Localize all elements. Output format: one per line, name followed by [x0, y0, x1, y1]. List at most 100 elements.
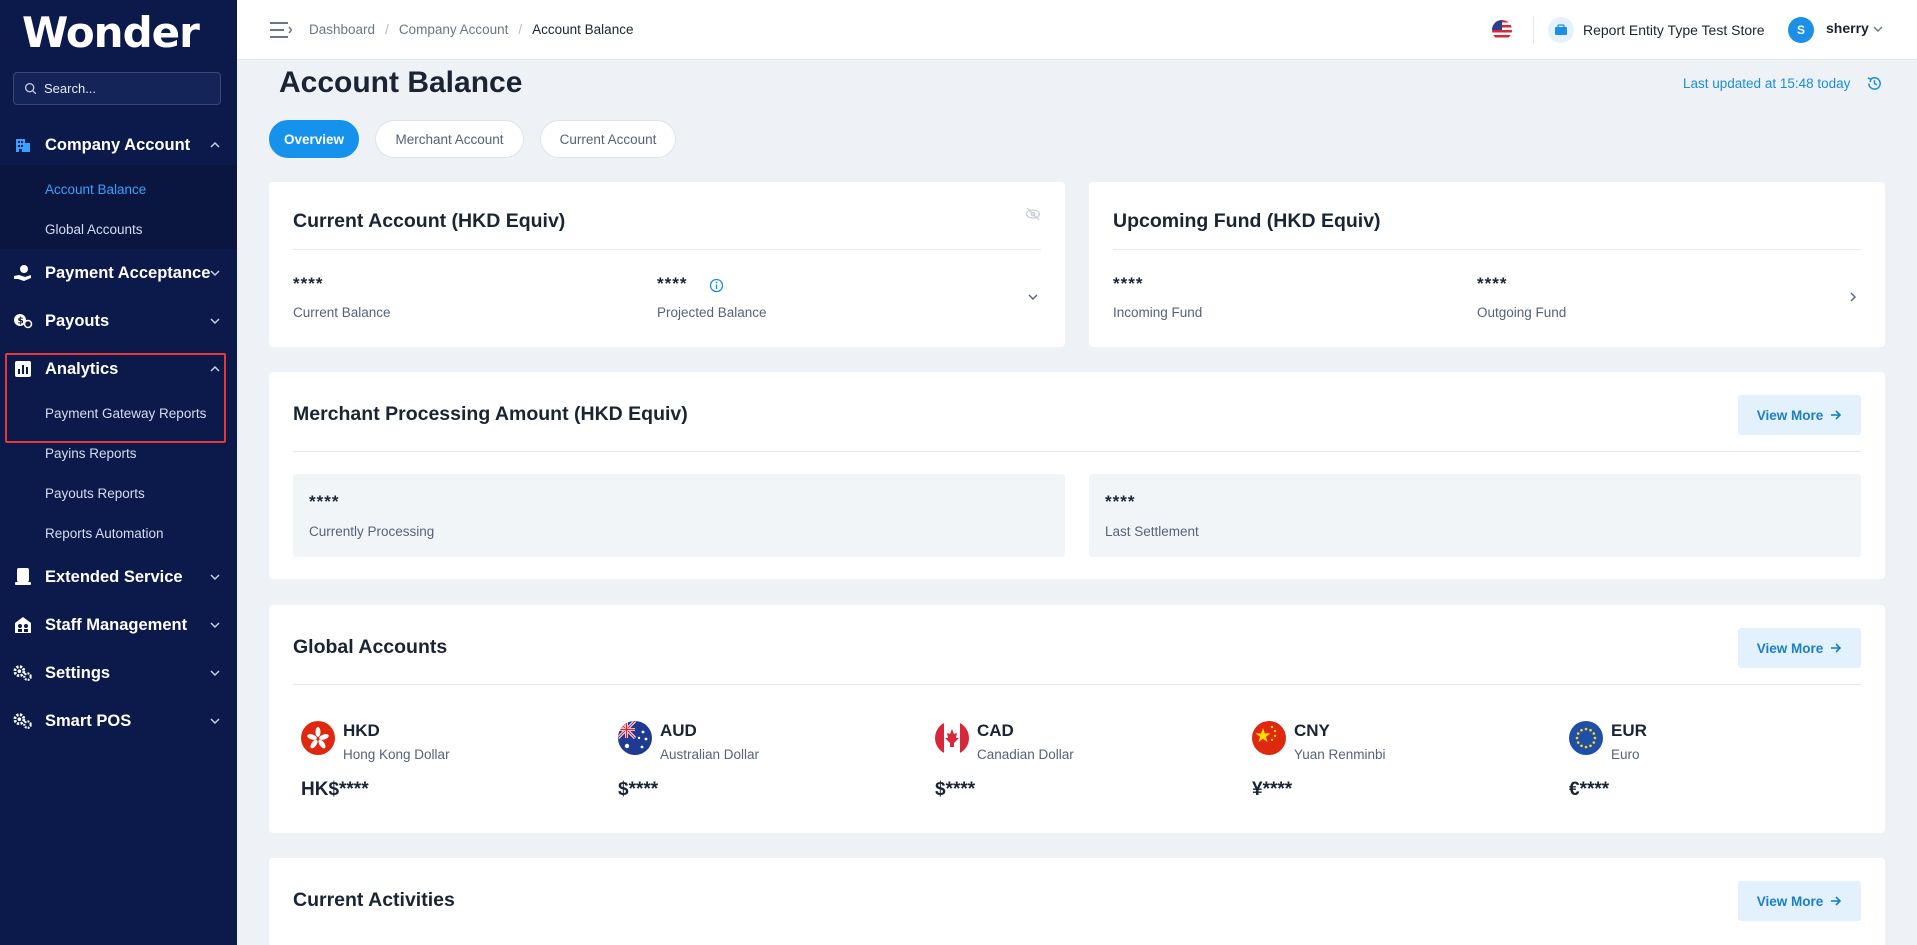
avatar[interactable]: S — [1788, 17, 1814, 43]
nav-extended-service[interactable]: Extended Service — [0, 557, 237, 597]
eye-off-icon[interactable] — [1025, 206, 1041, 222]
currency-cny[interactable]: CNY Yuan Renminbi ¥**** — [1244, 715, 1544, 805]
currently-processing-value: **** — [309, 492, 340, 511]
nav-smart-pos[interactable]: Smart POS — [0, 701, 237, 741]
store-name[interactable]: Report Entity Type Test Store — [1583, 22, 1765, 38]
chevron-up-icon — [210, 365, 220, 372]
view-more-button[interactable]: View More — [1738, 395, 1861, 435]
current-activities-card: Current Activities View More — [269, 858, 1885, 945]
chevron-up-icon — [210, 141, 220, 148]
tab-merchant-account[interactable]: Merchant Account — [375, 120, 524, 158]
hk-flag-icon — [301, 721, 335, 755]
chevron-down-icon — [210, 622, 220, 629]
card-title: Upcoming Fund (HKD Equiv) — [1113, 210, 1381, 232]
building-icon — [13, 135, 33, 155]
chevron-down-icon — [210, 574, 220, 581]
extended-service-icon — [13, 567, 33, 587]
hand-coin-icon — [13, 263, 33, 283]
currency-eur[interactable]: EUR Euro €**** — [1561, 715, 1861, 805]
menu-toggle-icon[interactable] — [270, 20, 292, 40]
view-more-label: View More — [1756, 893, 1824, 909]
projected-balance-label: Projected Balance — [657, 305, 767, 320]
last-settlement-box: **** Last Settlement — [1089, 474, 1861, 557]
ca-flag-icon — [935, 721, 969, 755]
breadcrumb: Dashboard / Company Account / Account Ba… — [309, 22, 633, 37]
view-more-label: View More — [1756, 640, 1824, 656]
current-balance-label: Current Balance — [293, 305, 391, 320]
nav-payouts[interactable]: $ Payouts — [0, 301, 237, 341]
currency-code: CNY — [1294, 721, 1330, 740]
currency-cad[interactable]: CAD Canadian Dollar $**** — [927, 715, 1227, 805]
store-icon[interactable] — [1548, 17, 1574, 43]
card-divider — [293, 249, 1041, 250]
sidebar-item-payouts-reports[interactable]: Payouts Reports — [45, 486, 145, 501]
card-divider — [293, 451, 1861, 452]
chevron-down-icon[interactable] — [1027, 291, 1039, 303]
currency-amount: ¥**** — [1252, 779, 1293, 800]
cn-flag-icon — [1252, 721, 1286, 755]
chevron-down-icon — [210, 318, 220, 325]
currency-hkd[interactable]: HKD Hong Kong Dollar HK$**** — [293, 715, 593, 805]
current-account-card: Current Account (HKD Equiv) **** Current… — [269, 182, 1065, 347]
search-input[interactable] — [44, 81, 204, 96]
nav-staff-management[interactable]: Staff Management — [0, 605, 237, 645]
username[interactable]: sherry — [1826, 20, 1869, 36]
wonder-logo[interactable]: Wonder — [22, 8, 200, 57]
header-divider — [1533, 16, 1534, 44]
tab-overview[interactable]: Overview — [269, 120, 359, 158]
chevron-down-icon[interactable] — [1873, 24, 1883, 34]
chevron-right-icon[interactable] — [1847, 291, 1859, 303]
card-title: Global Accounts — [293, 636, 448, 658]
current-balance-value: **** — [293, 274, 324, 293]
currency-amount: $**** — [935, 779, 976, 800]
view-more-label: View More — [1756, 407, 1824, 423]
sidebar-item-reports-automation[interactable]: Reports Automation — [45, 526, 164, 541]
us-flag-icon[interactable] — [1492, 20, 1512, 40]
merchant-processing-card: Merchant Processing Amount (HKD Equiv) V… — [269, 372, 1885, 579]
nav-label: Company Account — [45, 135, 191, 154]
view-more-button[interactable]: View More — [1738, 881, 1861, 921]
nav-payment-acceptance[interactable]: Payment Acceptance — [0, 253, 237, 293]
currently-processing-label: Currently Processing — [309, 524, 435, 539]
nav-company-account[interactable]: Company Account — [0, 125, 237, 165]
breadcrumb-separator: / — [518, 22, 523, 37]
staff-icon — [13, 615, 33, 635]
nav-label: Payment Acceptance — [45, 263, 211, 282]
currency-aud[interactable]: AUD Australian Dollar $**** — [610, 715, 910, 805]
history-icon[interactable] — [1866, 75, 1883, 92]
outgoing-fund-label: Outgoing Fund — [1477, 305, 1567, 320]
upcoming-fund-card: Upcoming Fund (HKD Equiv) **** Incoming … — [1089, 182, 1885, 347]
view-more-button[interactable]: View More — [1738, 628, 1861, 668]
card-divider — [1113, 249, 1861, 250]
currently-processing-box: **** Currently Processing — [293, 474, 1065, 557]
card-title: Current Activities — [293, 889, 455, 911]
nav-label: Payouts — [45, 311, 110, 330]
currency-amount: HK$**** — [301, 779, 369, 800]
currency-amount: €**** — [1569, 779, 1610, 800]
currency-name: Australian Dollar — [660, 747, 760, 762]
tab-current-account[interactable]: Current Account — [540, 120, 676, 158]
sidebar-item-global-accounts[interactable]: Global Accounts — [45, 222, 143, 237]
chevron-down-icon — [210, 270, 220, 277]
nav-settings[interactable]: Settings — [0, 653, 237, 693]
breadcrumb-dashboard[interactable]: Dashboard — [309, 22, 375, 37]
last-settlement-value: **** — [1105, 492, 1136, 511]
currency-amount: $**** — [618, 779, 659, 800]
nav-label: Smart POS — [45, 711, 132, 730]
breadcrumb-company-account[interactable]: Company Account — [399, 22, 509, 37]
last-updated-text: Last updated at 15:48 today — [1683, 76, 1851, 91]
sidebar-item-payment-gateway-reports[interactable]: Payment Gateway Reports — [45, 406, 206, 421]
arrow-right-icon — [1831, 896, 1842, 906]
nav-analytics[interactable]: Analytics — [0, 349, 237, 389]
card-title: Merchant Processing Amount (HKD Equiv) — [293, 403, 688, 425]
page-title: Account Balance — [279, 66, 523, 99]
incoming-fund-value: **** — [1113, 274, 1144, 293]
currency-name: Hong Kong Dollar — [343, 747, 450, 762]
search-box[interactable] — [13, 72, 221, 105]
sidebar-item-payins-reports[interactable]: Payins Reports — [45, 446, 137, 461]
payouts-icon: $ — [13, 311, 33, 331]
arrow-right-icon — [1831, 643, 1842, 653]
chart-icon — [13, 359, 33, 379]
info-icon[interactable] — [709, 278, 724, 293]
sidebar-item-account-balance[interactable]: Account Balance — [45, 182, 146, 197]
